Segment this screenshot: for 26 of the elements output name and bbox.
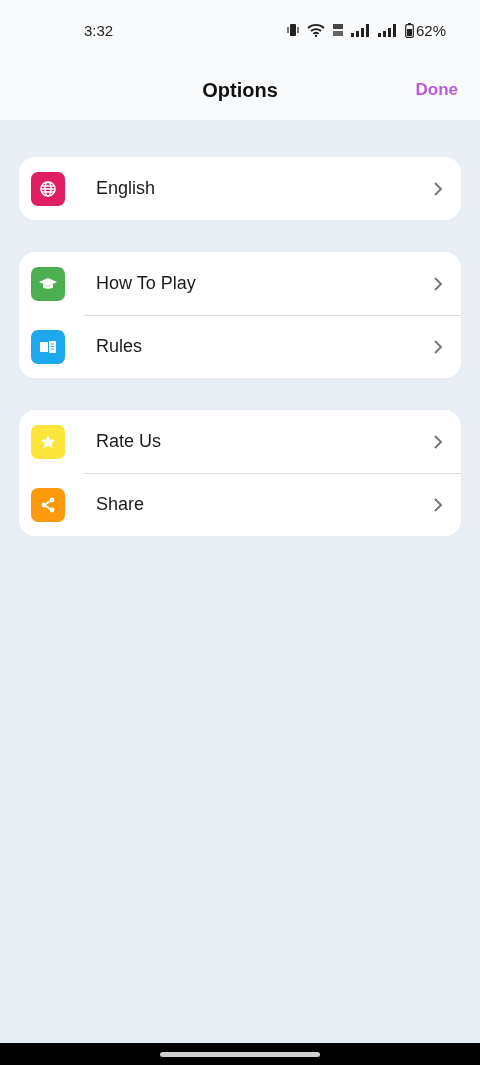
option-row[interactable]: Rate Us — [19, 410, 461, 473]
signal-icon — [350, 23, 371, 37]
network-type-icon — [331, 23, 344, 37]
chevron-right-icon — [433, 433, 443, 450]
option-row[interactable]: How To Play — [19, 252, 461, 315]
wifi-icon — [306, 23, 325, 37]
home-indicator[interactable] — [160, 1051, 320, 1057]
option-label: How To Play — [96, 273, 197, 294]
option-label: English — [96, 178, 157, 199]
option-row[interactable]: Rules — [19, 315, 461, 378]
option-label: Rate Us — [96, 431, 163, 452]
page-title: Options — [202, 78, 278, 102]
chevron-right-icon — [433, 496, 443, 513]
chevron-right-icon — [433, 180, 443, 197]
signal-icon — [377, 23, 398, 37]
chevron-right-icon — [433, 275, 443, 292]
done-button[interactable]: Done — [415, 80, 458, 100]
chevron-right-icon — [433, 338, 443, 355]
vibrate-icon — [285, 23, 300, 37]
battery-percent: 62% — [415, 21, 446, 39]
option-label: Rules — [96, 336, 144, 357]
option-row[interactable]: English — [19, 157, 461, 220]
battery-icon — [404, 22, 414, 38]
status-time: 3:32 — [84, 21, 115, 39]
option-row[interactable]: Share — [19, 473, 461, 536]
option-label: Share — [96, 494, 146, 515]
